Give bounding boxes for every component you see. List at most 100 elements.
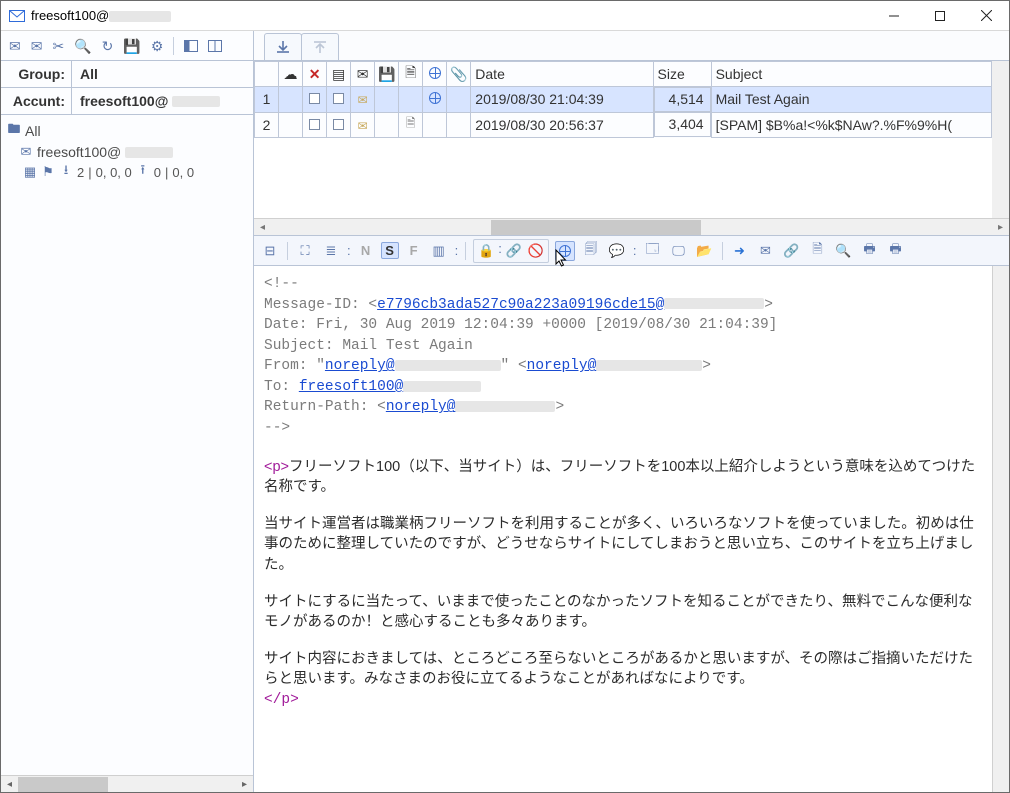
minimize-button[interactable] [871, 1, 917, 30]
chat-icon[interactable]: 💬 [607, 241, 627, 261]
scroll-right-icon[interactable]: ▸ [992, 222, 1009, 233]
checkbox-icon[interactable] [309, 119, 320, 130]
from-line: From: "noreply@" <noreply@> [264, 356, 978, 377]
expand-icon[interactable]: ⛶ [295, 241, 315, 261]
checkbox-icon[interactable] [333, 119, 344, 130]
tree-account[interactable]: ✉freesoft100@ [5, 143, 253, 161]
left-pane: ✉ ✉ ✂ 🔍 ↻ 💾 ⚙ Group: All Accunt: freesof… [1, 31, 254, 792]
scroll-left-icon[interactable]: ◂ [1, 776, 18, 793]
col-envelope-icon[interactable]: ✉ [351, 62, 375, 87]
lock-icon[interactable]: 🔒 [476, 241, 496, 261]
col-doc-icon[interactable]: 🗎 [399, 62, 423, 87]
tree-root[interactable]: 🖿All [5, 119, 253, 143]
layout-icon[interactable]: ▥ [429, 241, 449, 261]
left-h-scrollbar[interactable]: ◂ ▸ [1, 775, 253, 792]
view-v-scrollbar[interactable] [992, 266, 1009, 792]
window-title: freesoft100@ [31, 8, 171, 23]
account-row: Accunt: freesoft100@ [1, 88, 253, 115]
return-path-link[interactable]: noreply@ [386, 399, 556, 415]
envelope-icon: ✉ [358, 119, 368, 133]
list-v-scrollbar[interactable] [992, 61, 1009, 218]
table-header[interactable]: ☁ ✕ ▤ ✉ 💾 🗎 📎 Date Size Subject [255, 62, 992, 87]
cut-icon[interactable]: ✂ [52, 39, 64, 53]
monitor-icon[interactable]: 🖵 [669, 241, 689, 261]
refresh-icon[interactable]: ↻ [102, 39, 114, 53]
col-subject[interactable]: Subject [711, 62, 991, 87]
body-para-2: 当サイト運営者は職業柄フリーソフトを利用することが多く、いろいろなソフトを使って… [264, 514, 978, 576]
link-icon[interactable]: 🔗 [504, 241, 524, 261]
send-receive-icon[interactable]: ✉ [31, 39, 43, 53]
save-icon[interactable]: 💾 [123, 39, 140, 53]
layout1-icon[interactable] [184, 40, 198, 52]
checkbox-icon[interactable] [333, 93, 344, 104]
app-window: freesoft100@ ✉ ✉ ✂ 🔍 ↻ 💾 ⚙ Group: [0, 0, 1010, 793]
row-date: 2019/08/30 21:04:39 [471, 87, 653, 113]
window-icon[interactable]: 🗔 [643, 241, 663, 261]
date-line: Date: Fri, 30 Aug 2019 12:04:39 +0000 [2… [264, 315, 978, 336]
download-icon: ⭳ [59, 161, 73, 183]
message-id-link[interactable]: e7796cb3ada527c90a223a09196cde15@ [377, 297, 764, 313]
folder-tree[interactable]: 🖿All ✉freesoft100@ ▦ ⚑ ⭳ 2| 0, 0, 0 ⭱ 0|… [1, 115, 253, 775]
page-icon[interactable]: 🗎 [808, 241, 828, 261]
reply-icon[interactable]: ✉ [756, 241, 776, 261]
maximize-button[interactable] [917, 1, 963, 30]
message-view[interactable]: <!-- Message-ID: <e7796cb3ada527c90a223a… [254, 266, 992, 792]
layout2-icon[interactable] [208, 40, 222, 52]
col-date[interactable]: Date [471, 62, 653, 87]
table-row[interactable]: 1 ✉ 2019/08/30 21:04:39 4,514 Mail [255, 87, 992, 113]
col-flag-icon[interactable]: ▤ [327, 62, 351, 87]
scroll-left-icon[interactable]: ◂ [254, 222, 271, 233]
return-path-line: Return-Path: <noreply@> [264, 397, 978, 418]
upload-tab[interactable] [301, 33, 339, 60]
right-toolbar [254, 31, 1009, 61]
mail-icon: ✉ [19, 144, 33, 160]
search-icon[interactable]: 🔍 [74, 39, 91, 53]
account-value[interactable]: freesoft100@ [72, 88, 253, 114]
body-para-4: サイト内容におきましては、ところどころ至らないところがあるかと思いますが、その際… [264, 649, 978, 690]
envelope-icon: ✉ [358, 93, 368, 107]
globe-button[interactable] [555, 241, 575, 261]
col-cloud-icon[interactable]: ☁ [279, 62, 303, 87]
to-link[interactable]: freesoft100@ [299, 379, 481, 395]
f-filter[interactable]: F [405, 243, 423, 258]
col-size[interactable]: Size [653, 62, 711, 87]
download-tab[interactable] [264, 33, 302, 60]
collapse-icon[interactable]: ⊟ [260, 241, 280, 261]
print2-icon[interactable]: 🖶 [886, 241, 906, 261]
print-icon[interactable]: 🖶 [860, 241, 880, 261]
from-link[interactable]: noreply@ [325, 358, 501, 374]
table-row[interactable]: 2 ✉ 🗎 2019/08/30 20:56:37 3,404 [S [255, 112, 992, 137]
checkbox-icon[interactable] [309, 93, 320, 104]
app-icon [9, 10, 25, 22]
col-globe-icon[interactable] [423, 62, 447, 87]
flag-icon: ⚑ [41, 164, 55, 180]
row-size: 4,514 [654, 87, 711, 112]
from-link-2[interactable]: noreply@ [527, 358, 703, 374]
col-attach-icon[interactable]: 📎 [447, 62, 471, 87]
col-delete-icon[interactable]: ✕ [303, 62, 327, 87]
new-mail-icon[interactable]: ✉ [9, 39, 21, 53]
block-icon[interactable]: 🚫 [526, 241, 546, 261]
chain-icon[interactable]: 🔗 [782, 241, 802, 261]
col-save-icon[interactable]: 💾 [375, 62, 399, 87]
group-label: Group: [1, 61, 72, 87]
comment-close: --> [264, 418, 978, 439]
message-table[interactable]: ☁ ✕ ▤ ✉ 💾 🗎 📎 Date Size Subject [254, 61, 992, 138]
list-h-scrollbar[interactable]: ◂ ▸ [254, 218, 1009, 235]
body-para-3: サイトにするに当たって、いままで使ったことのなかったソフトを知ることができたり、… [264, 592, 978, 633]
scroll-right-icon[interactable]: ▸ [236, 776, 253, 793]
open-icon[interactable]: 📂 [695, 241, 715, 261]
gear-icon[interactable]: ⚙ [151, 39, 164, 53]
close-button[interactable] [963, 1, 1009, 30]
copy-icon[interactable]: 🗐 [581, 241, 601, 261]
list-icon[interactable]: ≣ [321, 241, 341, 261]
folder-icon: 🖿 [7, 120, 21, 142]
group-value[interactable]: All [72, 61, 253, 87]
subject-line: Subject: Mail Test Again [264, 336, 978, 357]
n-filter[interactable]: N [357, 243, 375, 258]
comment-open: <!-- [264, 274, 978, 295]
find-icon[interactable]: 🔍 [834, 241, 854, 261]
row-index: 2 [255, 112, 279, 137]
s-filter[interactable]: S [381, 242, 399, 259]
forward-icon[interactable]: ➜ [730, 241, 750, 261]
